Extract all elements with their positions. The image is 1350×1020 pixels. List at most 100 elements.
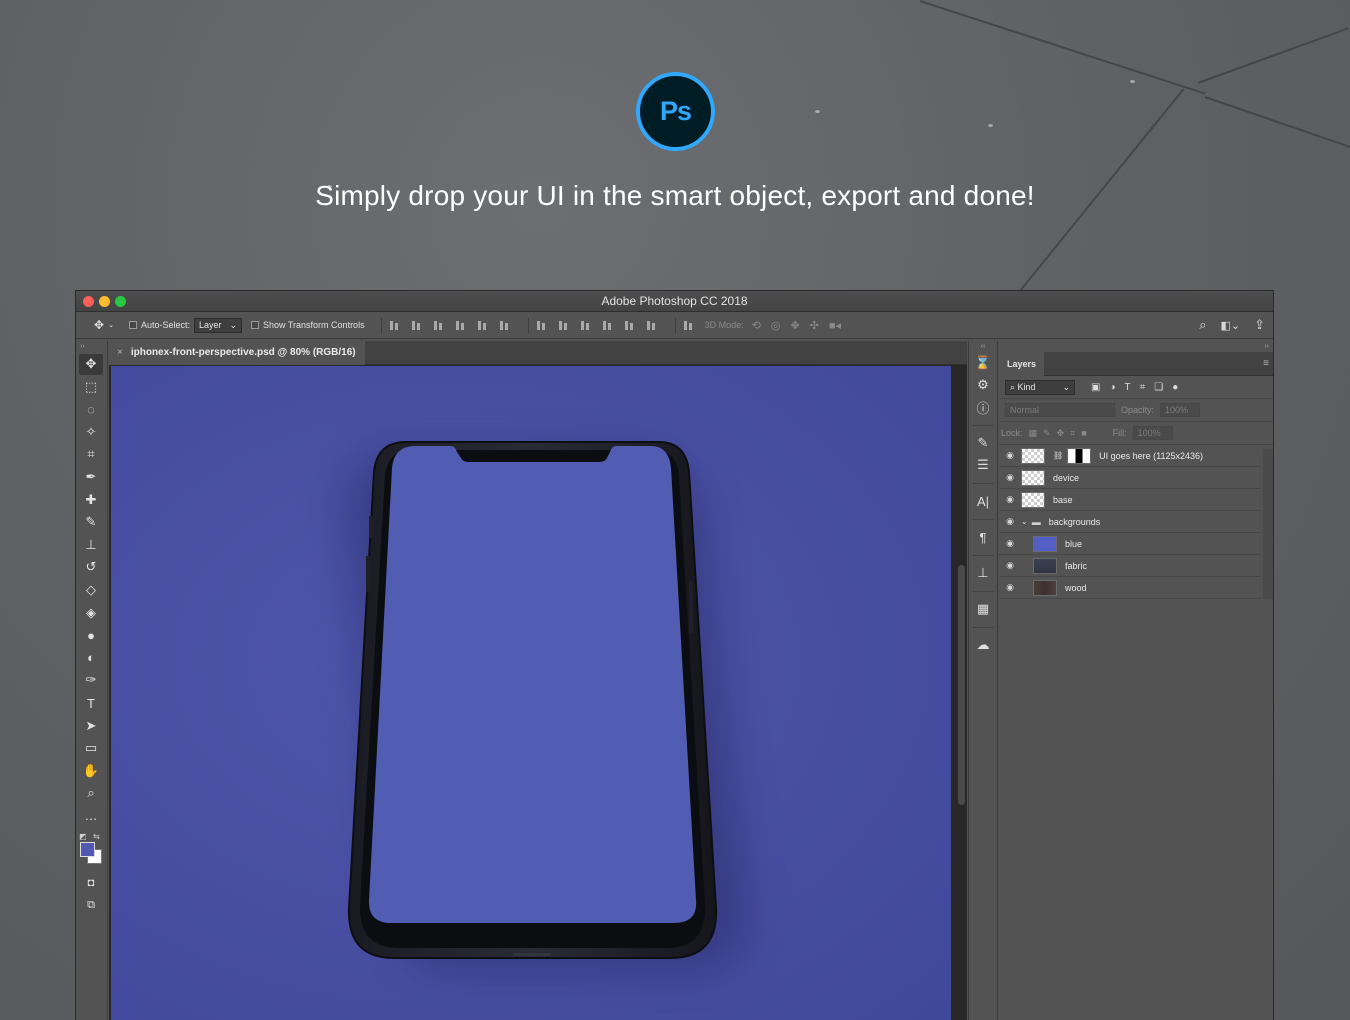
3d-orbit-icon[interactable]: ⟲ bbox=[752, 319, 761, 332]
marquee-tool[interactable]: ⬚ bbox=[79, 376, 103, 397]
lock-artboard-icon[interactable]: ⌗ bbox=[1070, 428, 1075, 439]
layer-row[interactable]: ◉ ⛓ UI goes here (1125x2436) bbox=[999, 445, 1261, 467]
chevron-down-icon[interactable]: ⌄ bbox=[108, 321, 114, 329]
visibility-eye-icon[interactable]: ◉ bbox=[999, 472, 1021, 483]
visibility-eye-icon[interactable]: ◉ bbox=[999, 494, 1021, 505]
layer-row[interactable]: ◉ ⌄ ▬ backgrounds bbox=[999, 511, 1261, 533]
layer-row[interactable]: ◉ fabric bbox=[999, 555, 1261, 577]
distribute-top-icon[interactable] bbox=[536, 320, 548, 331]
zoom-tool[interactable]: ⌕ bbox=[79, 783, 103, 804]
layer-row[interactable]: ◉ wood bbox=[999, 577, 1261, 599]
3d-pan-icon[interactable]: ✥ bbox=[790, 319, 799, 332]
lock-pixels-icon[interactable]: ✎ bbox=[1043, 428, 1051, 439]
artboard[interactable] bbox=[111, 366, 951, 1020]
filter-toggle-icon[interactable]: ● bbox=[1172, 382, 1178, 393]
collapse-panel-icon[interactable]: ›› bbox=[999, 341, 1273, 352]
swap-colors-icon[interactable]: ⇆ bbox=[93, 832, 100, 841]
layers-scrollbar[interactable] bbox=[1263, 449, 1273, 599]
align-vertical-center-icon[interactable] bbox=[411, 320, 423, 331]
distribute-bottom-icon[interactable] bbox=[580, 320, 592, 331]
history-panel-icon[interactable]: ⌛ bbox=[972, 352, 994, 374]
hand-tool[interactable]: ✋ bbox=[79, 760, 103, 781]
adjustments-icon[interactable]: ☰ bbox=[972, 454, 994, 476]
align-top-icon[interactable] bbox=[389, 320, 401, 331]
history-brush-tool[interactable]: ↺ bbox=[79, 557, 103, 578]
close-window-button[interactable] bbox=[83, 296, 94, 307]
libraries-icon[interactable]: ▦ bbox=[972, 598, 994, 620]
creative-cloud-icon[interactable]: ☁ bbox=[972, 634, 994, 656]
layer-row[interactable]: ◉ blue bbox=[999, 533, 1261, 555]
lasso-tool[interactable]: ◌ bbox=[79, 399, 103, 420]
align-right-icon[interactable] bbox=[499, 320, 511, 331]
quick-mask-icon[interactable]: ◘ bbox=[79, 872, 103, 893]
distribute-vcenter-icon[interactable] bbox=[558, 320, 570, 331]
visibility-eye-icon[interactable]: ◉ bbox=[999, 516, 1021, 527]
3d-roll-icon[interactable]: ◎ bbox=[771, 319, 781, 332]
default-colors-icon[interactable]: ◩ bbox=[79, 832, 87, 841]
brush-tool[interactable]: ✎ bbox=[79, 512, 103, 533]
type-filter-icon[interactable]: T bbox=[1125, 382, 1131, 393]
close-document-icon[interactable]: × bbox=[117, 347, 123, 358]
character-panel-icon[interactable]: A| bbox=[972, 490, 994, 512]
screen-mode-icon[interactable]: ⧉ bbox=[79, 895, 103, 916]
visibility-eye-icon[interactable]: ◉ bbox=[999, 538, 1021, 549]
show-transform-checkbox[interactable] bbox=[251, 321, 260, 329]
paint-bucket-tool[interactable]: ◈ bbox=[79, 602, 103, 623]
clone-stamp-tool[interactable]: ⊥ bbox=[79, 534, 103, 555]
auto-select-dropdown[interactable]: Layer ⌄ bbox=[193, 317, 243, 333]
visibility-eye-icon[interactable]: ◉ bbox=[999, 450, 1021, 461]
eyedropper-tool[interactable]: ✒ bbox=[79, 467, 103, 488]
visibility-eye-icon[interactable]: ◉ bbox=[999, 582, 1021, 593]
visibility-eye-icon[interactable]: ◉ bbox=[999, 560, 1021, 571]
collapse-dock-icon[interactable]: ‹‹ bbox=[969, 341, 997, 352]
info-panel-icon[interactable]: ⓘ bbox=[972, 396, 994, 418]
layer-row[interactable]: ◉ device bbox=[999, 467, 1261, 489]
canvas-area[interactable] bbox=[109, 365, 967, 1020]
lock-transparency-icon[interactable]: ▦ bbox=[1029, 428, 1038, 439]
collapse-toolbox-icon[interactable]: ›› bbox=[76, 341, 107, 352]
opacity-field[interactable]: 100% bbox=[1160, 403, 1201, 417]
eraser-tool[interactable]: ◇ bbox=[79, 580, 103, 601]
minimize-window-button[interactable] bbox=[99, 296, 110, 307]
path-selection-tool[interactable]: ➤ bbox=[79, 715, 103, 736]
mask-thumbnail[interactable] bbox=[1067, 447, 1092, 464]
3d-slide-icon[interactable]: ✣ bbox=[810, 319, 819, 332]
adjustment-filter-icon[interactable]: ◑ bbox=[1109, 382, 1115, 393]
pen-tool[interactable]: ✑ bbox=[79, 670, 103, 691]
auto-align-icon[interactable] bbox=[683, 320, 695, 331]
search-icon[interactable]: ⌕ bbox=[1199, 317, 1206, 333]
blend-mode-dropdown[interactable]: Normal bbox=[1005, 403, 1115, 417]
rectangle-tool[interactable]: ▭ bbox=[79, 738, 103, 759]
healing-brush-tool[interactable]: ✚ bbox=[79, 489, 103, 510]
foreground-color-swatch[interactable] bbox=[80, 842, 95, 858]
fill-field[interactable]: 100% bbox=[1132, 426, 1173, 440]
paragraph-panel-icon[interactable]: ¶ bbox=[972, 526, 994, 548]
properties-panel-icon[interactable]: ⚙ bbox=[972, 374, 994, 396]
workspace-icon[interactable]: ◧⌄ bbox=[1220, 319, 1240, 332]
type-tool[interactable]: T bbox=[79, 693, 103, 714]
distribute-left-icon[interactable] bbox=[602, 320, 614, 331]
dodge-tool[interactable]: ◐ bbox=[79, 647, 103, 668]
group-expand-icon[interactable]: ⌄ bbox=[1021, 517, 1028, 526]
vertical-scrollbar[interactable] bbox=[958, 565, 965, 805]
align-bottom-icon[interactable] bbox=[433, 320, 445, 331]
distribute-hcenter-icon[interactable] bbox=[624, 320, 636, 331]
crop-tool[interactable]: ⌗ bbox=[79, 444, 103, 465]
lock-position-icon[interactable]: ✥ bbox=[1057, 428, 1065, 439]
share-icon[interactable]: ⇪ bbox=[1254, 317, 1265, 333]
shape-filter-icon[interactable]: ⌗ bbox=[1140, 382, 1146, 393]
lock-all-icon[interactable]: ■ bbox=[1081, 428, 1086, 438]
blur-tool[interactable]: ● bbox=[79, 625, 103, 646]
more-tools[interactable]: … bbox=[79, 805, 103, 826]
zoom-window-button[interactable] bbox=[115, 296, 126, 307]
layer-row[interactable]: ◉ base bbox=[999, 489, 1261, 511]
smart-object-filter-icon[interactable]: ❏ bbox=[1154, 382, 1163, 393]
pixel-filter-icon[interactable]: ▣ bbox=[1091, 382, 1100, 393]
magic-wand-tool[interactable]: ✧ bbox=[79, 421, 103, 442]
clone-source-icon[interactable]: ⊥ bbox=[972, 562, 994, 584]
kind-filter-dropdown[interactable]: ⌕ Kind ⌄ bbox=[1005, 379, 1075, 395]
tab-layers[interactable]: Layers bbox=[999, 352, 1044, 376]
move-tool[interactable]: ✥ bbox=[79, 353, 103, 375]
document-tab[interactable]: × iphonex-front-perspective.psd @ 80% (RG… bbox=[109, 341, 365, 365]
panel-menu-icon[interactable]: ≡ bbox=[1263, 358, 1269, 369]
